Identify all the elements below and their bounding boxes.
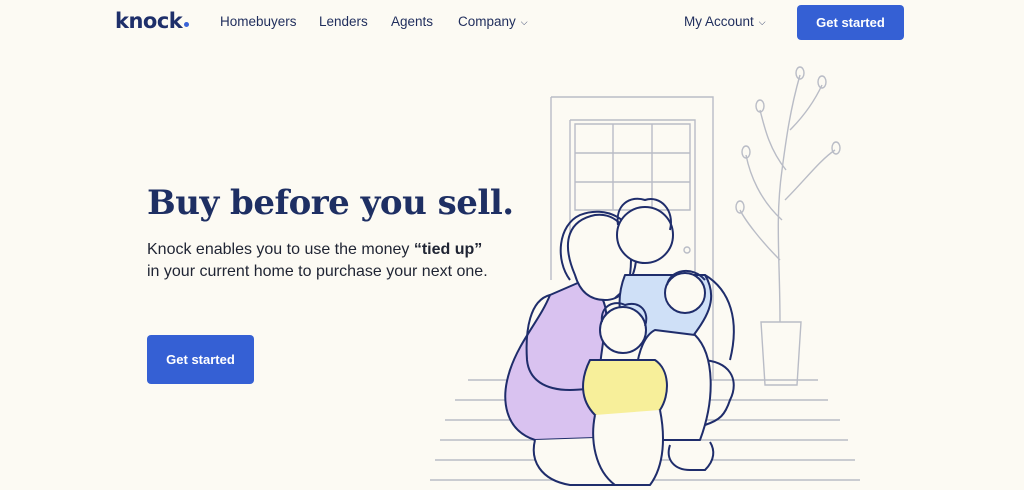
nav-link-company[interactable]: Company ⌵ — [458, 14, 528, 29]
hero-text-part: Knock enables you to use the money — [147, 241, 414, 258]
chevron-down-icon: ⌵ — [758, 17, 766, 27]
nav-link-label: Homebuyers — [220, 14, 297, 29]
logo-text: knock — [115, 9, 183, 33]
top-navigation: knock Homebuyers Lenders Agents Company … — [0, 0, 1024, 46]
logo-dot-icon — [184, 22, 190, 27]
nav-link-lenders[interactable]: Lenders — [319, 14, 368, 29]
my-account-menu[interactable]: My Account ⌵ — [684, 14, 766, 29]
nav-get-started-button[interactable]: Get started — [797, 5, 904, 40]
knock-logo[interactable]: knock — [115, 9, 190, 33]
nav-link-homebuyers[interactable]: Homebuyers — [220, 14, 297, 29]
my-account-label: My Account — [684, 14, 754, 29]
family-illustration — [430, 66, 860, 486]
nav-link-label: Agents — [391, 14, 434, 29]
chevron-down-icon: ⌵ — [520, 17, 528, 27]
nav-link-label: Company — [458, 14, 516, 29]
hero-get-started-button[interactable]: Get started — [147, 335, 254, 384]
nav-link-agents[interactable]: Agents — [391, 14, 433, 29]
nav-link-label: Lenders — [319, 14, 368, 29]
plant-sketch — [735, 66, 841, 386]
